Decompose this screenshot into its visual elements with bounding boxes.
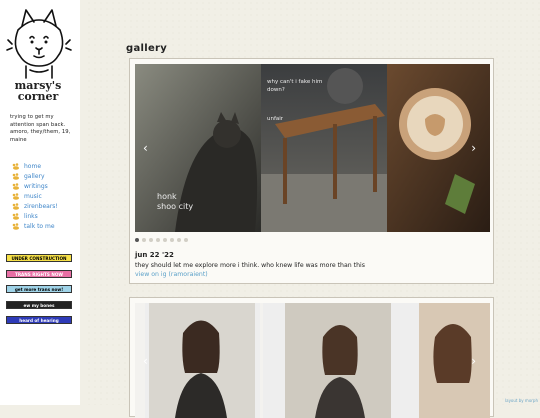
- bio-text: trying to get my attention span back. am…: [10, 114, 71, 143]
- nav-item-label[interactable]: links: [24, 213, 38, 220]
- nav-item-music[interactable]: music: [12, 191, 58, 201]
- carousel-dot[interactable]: [135, 238, 139, 242]
- instagram-link[interactable]: view on ig (ramoraient): [135, 271, 208, 278]
- nav-item-links[interactable]: links: [12, 211, 58, 221]
- site-title: marsy's corner: [4, 80, 72, 102]
- paw-icon: [12, 182, 21, 190]
- nav-item-label[interactable]: talk to me: [24, 223, 55, 230]
- carousel-dot[interactable]: [163, 238, 167, 242]
- carousel-prev-arrow[interactable]: ‹: [143, 141, 148, 155]
- carousel-photos-2: [135, 303, 490, 418]
- nav-item-label[interactable]: gallery: [24, 173, 45, 180]
- nav-item-label[interactable]: music: [24, 193, 42, 200]
- carousel-prev-arrow-2[interactable]: ‹: [143, 354, 148, 368]
- slide-caption-2: why can't i fake him down?: [267, 79, 323, 93]
- slide-caption-3: unfair: [267, 116, 284, 122]
- carousel-dot[interactable]: [149, 238, 153, 242]
- page-title: gallery: [126, 43, 168, 54]
- layout-credit[interactable]: layout by morph: [505, 398, 538, 403]
- paw-icon: [12, 202, 21, 210]
- nav-item-writings[interactable]: writings: [12, 181, 58, 191]
- carousel-dot[interactable]: [156, 238, 160, 242]
- nav-item-gallery[interactable]: gallery: [12, 171, 58, 181]
- post-caption: they should let me explore more i think.…: [135, 262, 365, 269]
- gallery-post-card-2: ‹ ›: [129, 297, 494, 418]
- paw-icon: [12, 222, 21, 230]
- badge-get-more-trans[interactable]: get more trans now!: [6, 285, 72, 293]
- slide-caption-1: honk shoo city: [157, 192, 194, 211]
- nav-item-home[interactable]: home: [12, 161, 58, 171]
- badge-trans-rights[interactable]: TRANS RIGHTS NOW: [6, 269, 72, 278]
- post-date: jun 22 '22: [135, 251, 174, 259]
- paw-icon: [12, 212, 21, 220]
- nav-item-zirenbears[interactable]: zirenbears!: [12, 201, 58, 211]
- carousel-dot[interactable]: [142, 238, 146, 242]
- badge-heard-of-hearing[interactable]: heard of hearing: [6, 316, 72, 324]
- sidebar: marsy's corner trying to get my attentio…: [0, 0, 85, 405]
- carousel-dot[interactable]: [184, 238, 188, 242]
- photo-carousel[interactable]: ‹ › honk shoo city why can't i fake him …: [135, 64, 490, 232]
- nav-item-label[interactable]: zirenbears!: [24, 203, 58, 210]
- carousel-next-arrow-2[interactable]: ›: [471, 354, 476, 368]
- badge-ew-my-bones[interactable]: ew my bones: [6, 300, 72, 309]
- paw-icon: [12, 192, 21, 200]
- dog-logo-icon[interactable]: [4, 4, 74, 84]
- site-title-line2: corner: [17, 90, 59, 103]
- paw-icon: [12, 162, 21, 170]
- badge-under-construction[interactable]: UNDER CONSTRUCTION: [6, 254, 72, 262]
- paw-icon: [12, 172, 21, 180]
- nav-item-label[interactable]: writings: [24, 183, 48, 190]
- sidebar-nav: home gallery writings music zirenbears! …: [12, 161, 58, 231]
- photo-carousel-2[interactable]: ‹ ›: [135, 303, 490, 418]
- carousel-dot[interactable]: [170, 238, 174, 242]
- carousel-next-arrow[interactable]: ›: [471, 141, 476, 155]
- carousel-dots: [135, 238, 188, 242]
- nav-item-talk-to-me[interactable]: talk to me: [12, 221, 58, 231]
- gallery-post-card: ‹ › honk shoo city why can't i fake him …: [129, 58, 494, 284]
- nav-item-label[interactable]: home: [24, 163, 41, 170]
- badge-list: UNDER CONSTRUCTION TRANS RIGHTS NOW get …: [6, 254, 72, 332]
- carousel-dot[interactable]: [177, 238, 181, 242]
